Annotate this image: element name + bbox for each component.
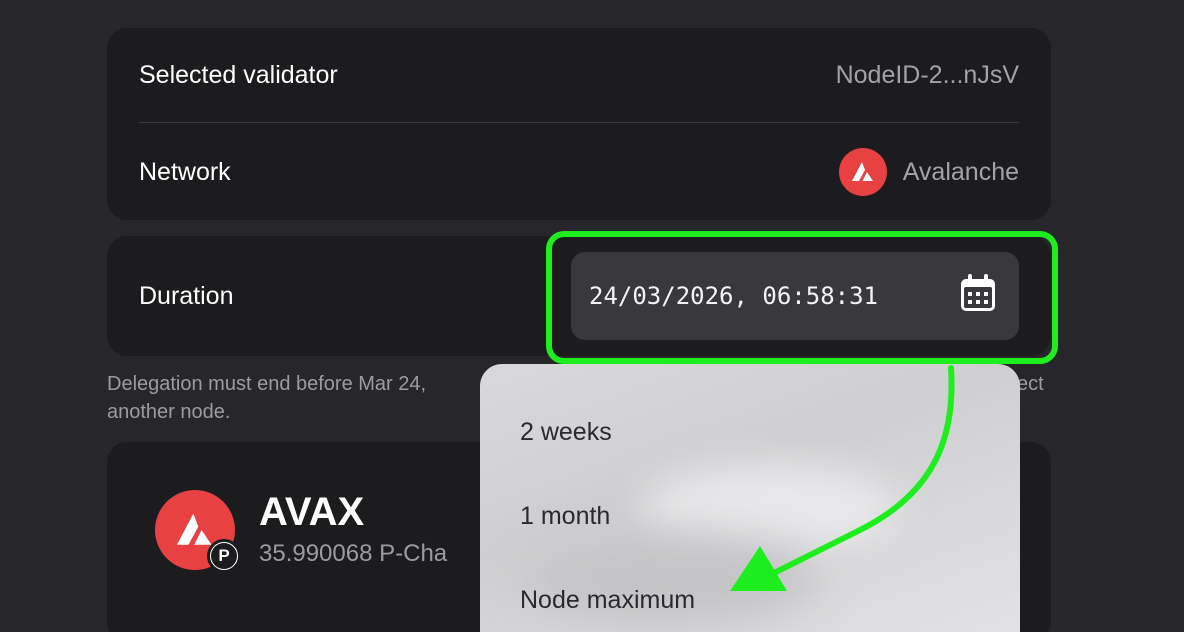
network-name: Avalanche (902, 157, 1019, 186)
selected-validator-value: NodeID-2...nJsV (835, 60, 1019, 89)
selected-validator-row: Selected validator NodeID-2...nJsV (139, 28, 1019, 122)
duration-date-value: 24/03/2026, 06:58:31 (589, 282, 878, 310)
network-value: Avalanche (838, 148, 1019, 196)
network-row: Network Avalanche (139, 124, 1019, 220)
selected-validator-label: Selected validator (139, 60, 338, 89)
duration-dropdown-menu: 2 weeks 1 month Node maximum (480, 364, 1020, 632)
menu-item-1-month[interactable]: 1 month (520, 502, 610, 531)
validator-info-card: Selected validator NodeID-2...nJsV Netwo… (107, 28, 1051, 220)
divider (139, 122, 1019, 123)
duration-card: Duration 24/03/2026, 06:58:31 (107, 236, 1051, 356)
p-chain-badge-icon: P (207, 539, 241, 573)
token-name: AVAX (259, 490, 365, 534)
menu-item-node-maximum[interactable]: Node maximum (520, 586, 695, 615)
duration-date-input[interactable]: 24/03/2026, 06:58:31 (571, 252, 1019, 340)
duration-label: Duration (139, 281, 234, 310)
p-chain-badge-letter: P (211, 543, 237, 569)
network-label: Network (139, 157, 231, 186)
menu-item-2-weeks[interactable]: 2 weeks (520, 418, 612, 447)
avalanche-logo-icon (838, 148, 887, 196)
calendar-icon[interactable] (959, 273, 997, 319)
token-balance: 35.990068 P-Cha (259, 540, 448, 567)
helper-line-1-end: ect (1017, 373, 1044, 395)
stake-page: Selected validator NodeID-2...nJsV Netwo… (0, 0, 1184, 632)
